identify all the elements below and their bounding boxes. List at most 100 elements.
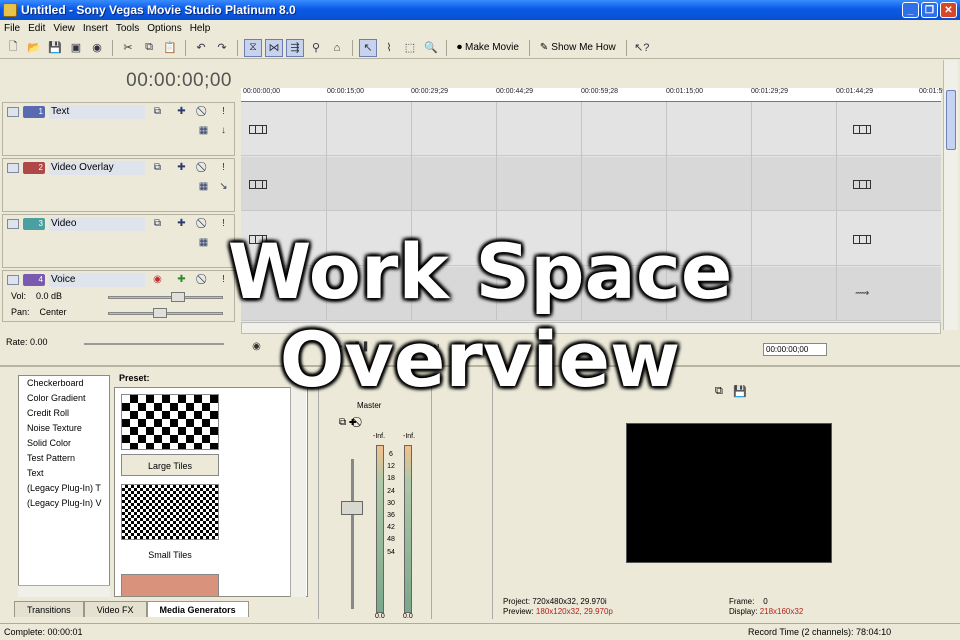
auto-crossfade-icon[interactable]: ⋈ — [265, 38, 283, 57]
list-item[interactable]: Noise Texture — [19, 421, 109, 436]
track-fx-icon[interactable]: ⧉ — [151, 106, 164, 118]
lock-envelopes-icon[interactable]: ⚲ — [307, 39, 325, 57]
list-horizontal-scrollbar[interactable] — [18, 585, 110, 597]
menu-tools[interactable]: Tools — [112, 23, 143, 34]
make-movie-button[interactable]: ⏺ Make Movie — [453, 39, 523, 57]
track-motion-icon[interactable]: ✚ — [175, 218, 188, 230]
solo-icon[interactable]: ! — [217, 106, 230, 118]
track-name[interactable]: Video — [49, 217, 145, 231]
collapse-track-button[interactable] — [7, 275, 19, 285]
play-icon[interactable]: ▶ — [331, 341, 346, 356]
list-item[interactable]: (Legacy Plug-In) V — [19, 496, 109, 511]
whats-this-help-icon[interactable]: ↖? — [633, 39, 651, 57]
menu-view[interactable]: View — [49, 23, 79, 34]
track-name[interactable]: Text — [49, 105, 145, 119]
timeline-vertical-scrollbar[interactable] — [943, 60, 958, 330]
menu-file[interactable]: File — [0, 23, 24, 34]
list-item[interactable]: Checkerboard — [19, 376, 109, 391]
undo-icon[interactable]: ↶ — [192, 39, 210, 57]
new-file-icon[interactable]: 🗋 — [4, 39, 22, 57]
preset-vertical-scrollbar[interactable] — [290, 387, 306, 597]
track-fx-icon[interactable]: ⧉ — [151, 162, 164, 174]
compositing-icon[interactable]: ▦ — [197, 125, 210, 137]
track-fx-icon[interactable]: ⧉ — [151, 218, 164, 230]
preset-item[interactable]: Small Tiles — [121, 484, 219, 566]
compositing-icon[interactable]: ▦ — [197, 237, 210, 249]
pan-slider[interactable] — [108, 308, 223, 318]
preset-thumbnail[interactable] — [121, 574, 219, 596]
compositing-icon[interactable]: ▦ — [197, 181, 210, 193]
snapping-icon[interactable]: ⧖ — [244, 38, 262, 57]
mute-icon[interactable]: ⃠ — [197, 274, 210, 286]
list-item[interactable]: Test Pattern — [19, 451, 109, 466]
preset-thumbnail[interactable] — [121, 484, 219, 540]
pause-icon[interactable]: ❚❚ — [353, 341, 370, 356]
list-item[interactable]: Credit Roll — [19, 406, 109, 421]
pan-slider-knob[interactable] — [153, 308, 167, 318]
arm-record-icon[interactable]: ◉ — [151, 274, 164, 286]
go-to-start-icon[interactable]: ⏮ — [405, 341, 420, 356]
timeline[interactable]: ⟿ — [241, 102, 941, 321]
mute-icon[interactable]: ⃠ — [197, 218, 210, 230]
mute-icon[interactable]: ⃠ — [197, 106, 210, 118]
track-header-voice[interactable]: 4 Voice ◉ ✚ ⃠ ! Vol: 0.0 dB Pan: Center — [2, 270, 235, 322]
envelope-tool-icon[interactable]: ⌇ — [380, 39, 398, 57]
preset-item[interactable]: Large Tiles — [121, 394, 219, 476]
track-name[interactable]: Video Overlay — [49, 161, 145, 175]
show-me-how-button[interactable]: ✎ Show Me How — [536, 39, 620, 57]
save-icon[interactable]: 💾 — [46, 39, 64, 57]
track-fx-icon[interactable]: ✚ — [175, 274, 188, 286]
track-name[interactable]: Voice — [49, 273, 145, 287]
menu-insert[interactable]: Insert — [79, 23, 112, 34]
track-motion-icon[interactable]: ✚ — [175, 106, 188, 118]
preset-item[interactable] — [121, 574, 219, 596]
go-to-end-icon[interactable]: ⏭ — [427, 341, 442, 356]
track-motion-icon[interactable]: ✚ — [175, 162, 188, 174]
rate-slider[interactable] — [84, 343, 224, 345]
preset-thumbnail[interactable] — [121, 394, 219, 450]
solo-icon[interactable]: ! — [217, 274, 230, 286]
list-item[interactable]: Color Gradient — [19, 391, 109, 406]
close-button[interactable]: ✕ — [940, 2, 957, 18]
restore-button[interactable]: ❐ — [921, 2, 938, 18]
volume-slider-knob[interactable] — [171, 292, 185, 302]
selection-tool-icon[interactable]: ⬚ — [401, 39, 419, 57]
normal-edit-tool-icon[interactable]: ↖ — [359, 38, 377, 57]
track-header-video-overlay[interactable]: 2 Video Overlay ⧉ ✚ ⃠ ! ▦ ↘ — [2, 158, 235, 212]
tab-video-fx[interactable]: Video FX — [83, 601, 147, 617]
ripple-edit-icon[interactable]: ⇶ — [286, 38, 304, 57]
tab-transitions[interactable]: Transitions — [14, 601, 84, 617]
ignore-grouping-icon[interactable]: ⌂ — [328, 39, 346, 57]
preview-copy-icon[interactable]: ⧉ — [715, 385, 723, 398]
list-item[interactable]: Solid Color — [19, 436, 109, 451]
track-header-text[interactable]: 1 Text ⧉ ✚ ⃠ ! ▦ ↓ — [2, 102, 235, 156]
cut-icon[interactable]: ✂ — [119, 39, 137, 57]
volume-slider[interactable] — [108, 292, 223, 302]
open-folder-icon[interactable]: 📂 — [25, 39, 43, 57]
paste-icon[interactable]: 📋 — [161, 39, 179, 57]
master-fader-knob[interactable] — [341, 501, 363, 515]
master-fader-track[interactable] — [351, 459, 354, 609]
mixer-fx-icon[interactable]: ⧉ ✚ ⃠ — [339, 417, 359, 428]
record-icon[interactable]: ◉ — [249, 341, 264, 356]
tab-media-generators[interactable]: Media Generators — [146, 601, 249, 617]
mute-icon[interactable]: ⃠ — [197, 162, 210, 174]
timeline-horizontal-scrollbar[interactable] — [241, 322, 941, 334]
preview-save-icon[interactable]: 💾 — [733, 385, 747, 398]
list-item[interactable]: Text — [19, 466, 109, 481]
make-compositing-child-icon[interactable]: ↘ — [217, 181, 230, 193]
render-icon[interactable]: ◉ — [88, 39, 106, 57]
time-ruler[interactable]: 00:00:00;00 00:00:15;00 00:00:29;29 00:0… — [241, 88, 946, 102]
redo-icon[interactable]: ↷ — [213, 39, 231, 57]
zoom-tool-icon[interactable]: 🔍 — [422, 39, 440, 57]
collapse-track-button[interactable] — [7, 107, 19, 117]
media-generators-list[interactable]: Checkerboard Color Gradient Credit Roll … — [18, 375, 110, 595]
menu-edit[interactable]: Edit — [24, 23, 49, 34]
minimize-button[interactable]: _ — [902, 2, 919, 18]
list-item[interactable]: (Legacy Plug-In) T — [19, 481, 109, 496]
collapse-track-button[interactable] — [7, 163, 19, 173]
track-header-video[interactable]: 3 Video ⧉ ✚ ⃠ ! ▦ — [2, 214, 235, 268]
menu-options[interactable]: Options — [143, 23, 185, 34]
scrollbar-thumb[interactable] — [946, 90, 956, 150]
menu-help[interactable]: Help — [186, 23, 215, 34]
